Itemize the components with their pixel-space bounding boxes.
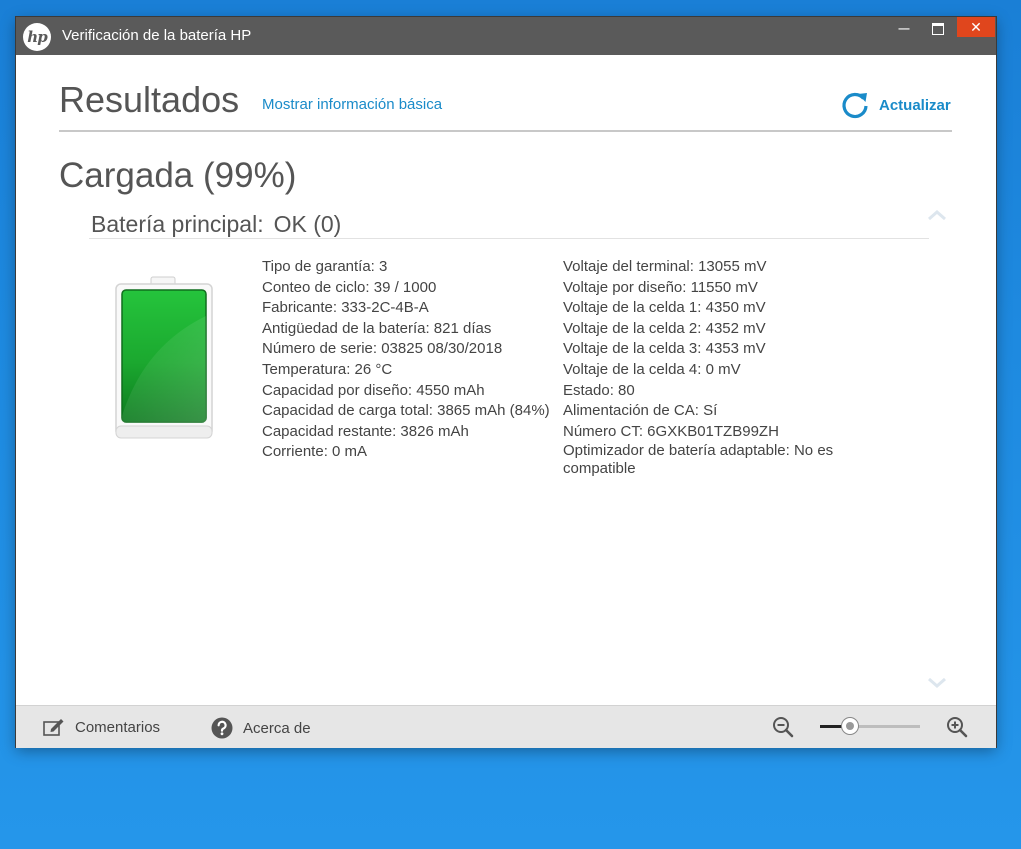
charge-status: Cargada (99%) — [59, 156, 297, 195]
detail-row: Número de serie: 03825 08/30/2018 — [262, 340, 503, 358]
detail-row: Corriente: 0 mA — [262, 443, 368, 461]
detail-row: Voltaje por diseño: 11550 mV — [563, 278, 758, 296]
refresh-button[interactable]: Actualizar — [839, 89, 951, 121]
maximize-button[interactable] — [922, 19, 954, 39]
footer-bar: Comentarios Acerca de — [16, 705, 996, 748]
detail-row: Antigüedad de la batería: 821 días — [262, 319, 492, 337]
battery-check-window: hp Verificación de la batería HP — ✕ Res… — [16, 17, 996, 748]
detail-row: Estado: 80 — [563, 381, 635, 399]
detail-row: Optimizador de batería adaptable: No es … — [563, 442, 834, 478]
zoom-slider[interactable] — [820, 717, 920, 735]
detail-row: Tipo de garantía: 3 — [262, 258, 388, 275]
close-icon: ✕ — [970, 18, 982, 35]
primary-battery-label: Batería principal: — [91, 211, 264, 237]
hp-logo: hp — [23, 23, 51, 51]
show-basic-info-link[interactable]: Mostrar información básica — [262, 96, 442, 113]
comments-label: Comentarios — [75, 718, 161, 736]
primary-battery-heading: Batería principal: OK (0) — [91, 211, 341, 238]
battery-details-right: Voltaje del terminal: 13055 mV Voltaje p… — [563, 257, 853, 478]
help-icon — [211, 717, 233, 739]
close-button[interactable]: ✕ — [957, 17, 995, 37]
expand-chevron-down-icon[interactable] — [927, 677, 947, 689]
refresh-label: Actualizar — [879, 96, 951, 114]
detail-row: Voltaje de la celda 4: 0 mV — [563, 360, 741, 378]
zoom-out-icon[interactable] — [772, 716, 794, 738]
section-divider — [89, 238, 929, 239]
minimize-icon: — — [898, 23, 910, 35]
feedback-edit-icon — [43, 719, 64, 736]
zoom-slider-knob[interactable] — [841, 717, 859, 735]
battery-details-left: Tipo de garantía: 3 Conteo de ciclo: 39 … — [262, 257, 552, 463]
detail-row: Voltaje de la celda 1: 4350 mV — [563, 299, 766, 317]
detail-row: Fabricante: 333-2C-4B-A — [262, 299, 429, 317]
window-title: Verificación de la batería HP — [62, 27, 252, 44]
header-divider — [59, 130, 952, 132]
detail-row: Voltaje de la celda 3: 4353 mV — [563, 340, 766, 358]
detail-row: Temperatura: 26 °C — [262, 360, 393, 378]
minimize-button[interactable]: — — [888, 19, 920, 39]
about-label: Acerca de — [243, 719, 311, 737]
detail-row: Voltaje del terminal: 13055 mV — [563, 258, 767, 275]
detail-row: Número CT: 6GXKB01TZB99ZH — [563, 422, 779, 440]
about-button[interactable]: Acerca de — [211, 717, 311, 739]
zoom-in-icon[interactable] — [946, 716, 968, 738]
comments-button[interactable]: Comentarios — [43, 717, 160, 737]
detail-row: Capacidad restante: 3826 mAh — [262, 422, 469, 440]
title-bar[interactable]: hp Verificación de la batería HP — ✕ — [16, 17, 996, 55]
detail-row: Capacidad de carga total: 3865 mAh (84%) — [262, 402, 550, 420]
refresh-icon — [842, 92, 868, 119]
detail-row: Voltaje de la celda 2: 4352 mV — [563, 319, 766, 337]
detail-row: Alimentación de CA: Sí — [563, 402, 718, 420]
collapse-chevron-up-icon[interactable] — [927, 209, 947, 221]
battery-icon — [115, 276, 213, 439]
primary-battery-status: OK (0) — [273, 211, 342, 237]
detail-row: Capacidad por diseño: 4550 mAh — [262, 381, 485, 399]
maximize-icon — [932, 23, 944, 35]
detail-row: Conteo de ciclo: 39 / 1000 — [262, 278, 437, 296]
page-title: Resultados — [59, 79, 240, 120]
